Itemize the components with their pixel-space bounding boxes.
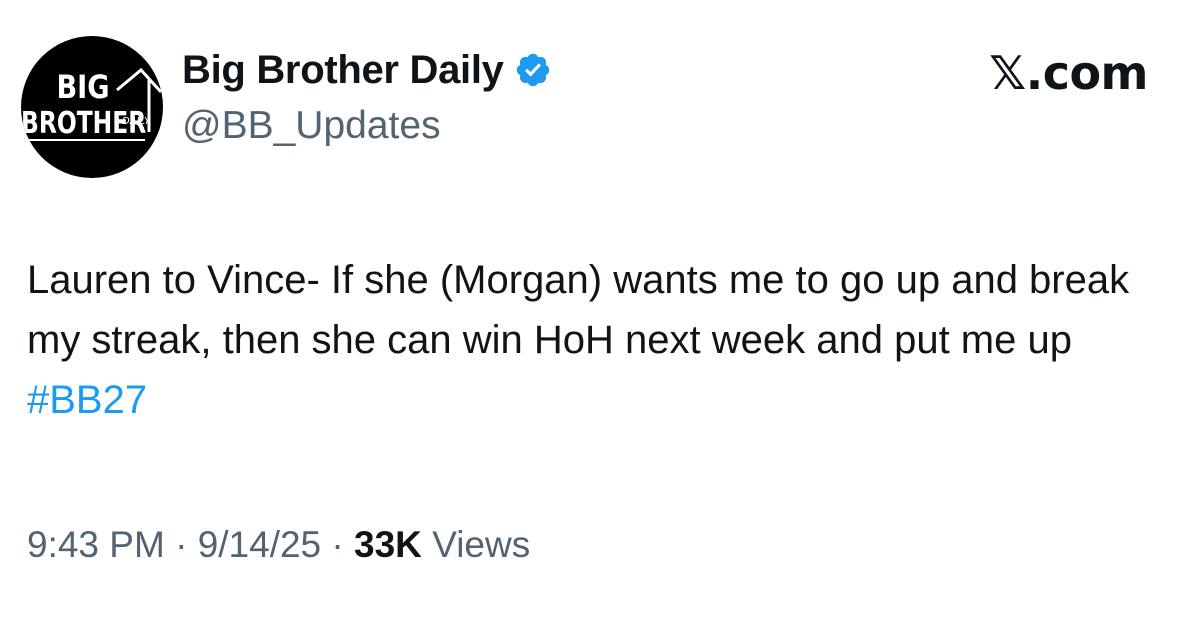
- views-count[interactable]: 33K: [354, 524, 422, 565]
- tweet-text: Lauren to Vince- If she (Morgan) wants m…: [27, 250, 1177, 430]
- meta-separator: ·: [321, 524, 355, 565]
- tweet-meta: 9:43 PM · 9/14/25 · 33K Views: [27, 524, 530, 566]
- tweet-time[interactable]: 9:43 PM: [27, 524, 165, 565]
- x-brand-label: 𝕏.com: [989, 46, 1148, 100]
- hashtag-link[interactable]: #BB27: [27, 378, 147, 422]
- tweet-body: Lauren to Vince- If she (Morgan) wants m…: [27, 258, 1130, 362]
- display-name[interactable]: Big Brother Daily: [182, 48, 504, 93]
- logo-text-top: BIG: [56, 69, 109, 107]
- meta-separator: ·: [164, 524, 198, 565]
- account-handle[interactable]: @BB_Updates: [182, 104, 441, 148]
- views-label: Views: [421, 524, 531, 565]
- name-row: Big Brother Daily: [182, 44, 552, 96]
- big-brother-logo-icon: BIG BROTHER DAILY: [21, 67, 163, 141]
- logo-text-side: DAILY: [122, 116, 151, 127]
- tweet-date[interactable]: 9/14/25: [198, 524, 321, 565]
- tweet-card: BIG BROTHER DAILY Big Brother Daily @BB_…: [0, 0, 1200, 621]
- avatar[interactable]: BIG BROTHER DAILY: [21, 36, 163, 178]
- verified-badge-icon: [516, 53, 549, 87]
